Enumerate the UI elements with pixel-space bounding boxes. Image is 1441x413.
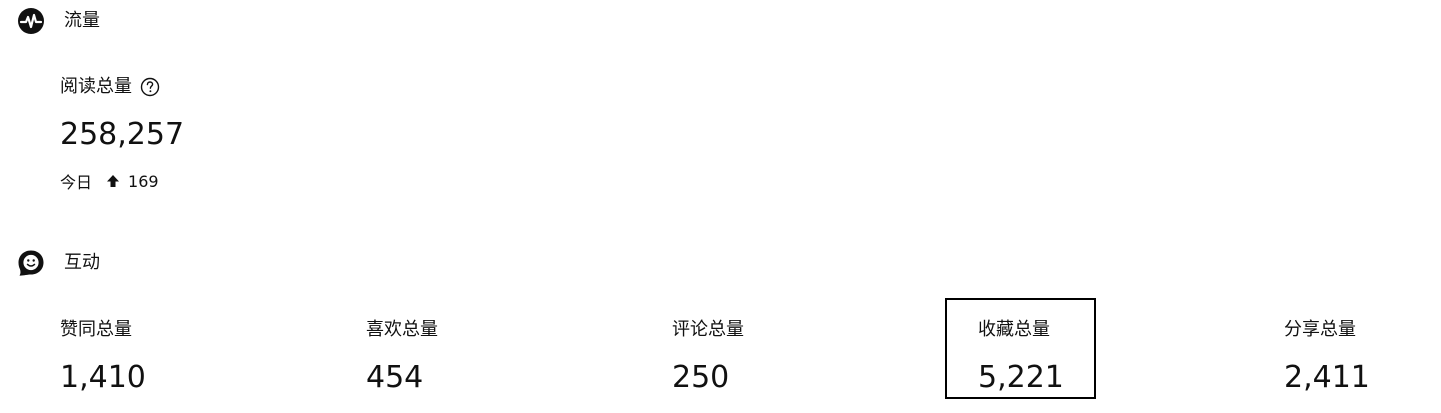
stat-label: 评论总量 xyxy=(672,319,744,340)
stat-comments-total: 评论总量 250 xyxy=(672,318,872,398)
arrow-up-icon xyxy=(106,174,120,188)
stat-label: 赞同总量 xyxy=(60,319,132,340)
today-value: 169 xyxy=(128,171,159,191)
stat-favorites-like-total: 喜欢总量 454 xyxy=(366,318,566,398)
stat-shares-total: 分享总量 2,411 xyxy=(1284,318,1441,398)
stat-collections-total: 收藏总量 5,221 xyxy=(978,318,1178,398)
stat-likes-total: 赞同总量 1,410 xyxy=(60,318,260,398)
read-total-label: 阅读总量 xyxy=(60,76,132,97)
interaction-section-header: 互动 xyxy=(16,248,100,278)
stat-value: 250 xyxy=(672,360,730,395)
traffic-section-header: 流量 xyxy=(16,6,100,36)
pulse-icon xyxy=(16,6,46,36)
smile-chat-icon xyxy=(16,248,46,278)
stat-value: 454 xyxy=(366,360,424,395)
traffic-section-title: 流量 xyxy=(64,10,100,31)
stat-label: 喜欢总量 xyxy=(366,319,438,340)
interaction-section-title: 互动 xyxy=(64,252,100,273)
stat-label: 分享总量 xyxy=(1284,319,1356,340)
stat-value: 1,410 xyxy=(60,360,146,395)
question-circle-icon[interactable] xyxy=(140,77,160,97)
today-change-row: 今日 169 xyxy=(60,170,159,193)
stat-value: 2,411 xyxy=(1284,360,1370,395)
read-total-label-row: 阅读总量 xyxy=(60,75,160,99)
today-label: 今日 xyxy=(60,173,93,192)
stat-label: 收藏总量 xyxy=(978,319,1050,340)
read-total-value: 258,257 xyxy=(60,117,185,152)
stat-value: 5,221 xyxy=(978,360,1064,395)
